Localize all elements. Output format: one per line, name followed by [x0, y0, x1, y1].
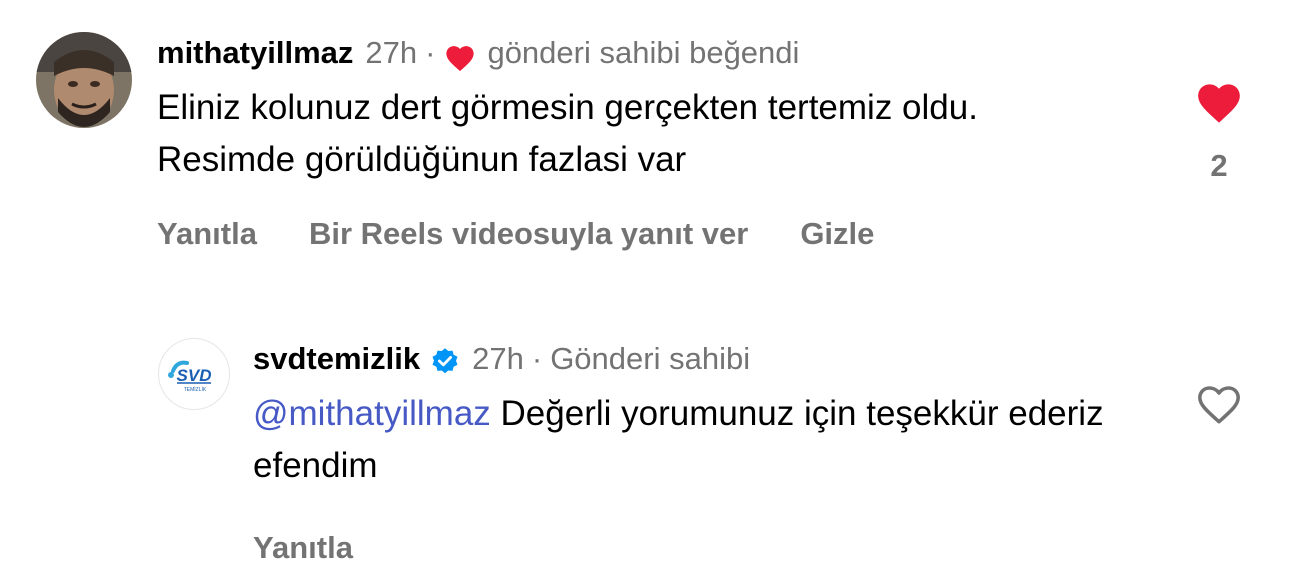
separator-dot: · — [425, 35, 436, 70]
heart-filled-icon — [443, 39, 477, 72]
comment-content: svdtemizlik 27h · Gönderi sahibi @mithat… — [253, 336, 1133, 566]
like-column: 2 — [1192, 78, 1246, 184]
reply-item: SVD TEMİZLİK svdtemizlik 27h · Gönderi s… — [158, 336, 1246, 566]
reply-button[interactable]: Yanıtla — [157, 216, 257, 252]
avatar[interactable] — [36, 32, 132, 128]
owner-liked-note: gönderi sahibi beğendi — [487, 35, 800, 70]
comment-meta: svdtemizlik 27h · Gönderi sahibi — [253, 336, 1133, 382]
comment-actions: Yanıtla — [253, 530, 1133, 566]
user-avatar-image — [36, 32, 132, 128]
like-count[interactable]: 2 — [1192, 148, 1246, 184]
author-badge: Gönderi sahibi — [550, 341, 751, 376]
comment-actions: Yanıtla Bir Reels videosuyla yanıt ver G… — [157, 216, 1117, 252]
hide-button[interactable]: Gizle — [800, 216, 874, 252]
reels-reply-button[interactable]: Bir Reels videosuyla yanıt ver — [309, 216, 748, 252]
like-column — [1192, 380, 1246, 426]
comments-thread: mithatyillmaz 27h · gönderi sahibi beğen… — [0, 0, 1290, 580]
heart-outline-icon[interactable] — [1194, 380, 1244, 426]
separator-dot: · — [531, 341, 543, 376]
mention-link[interactable]: @mithatyillmaz — [253, 394, 491, 433]
timestamp: 27h — [365, 35, 418, 70]
username[interactable]: mithatyillmaz — [157, 30, 353, 76]
verified-badge-icon — [430, 344, 460, 374]
reply-button[interactable]: Yanıtla — [253, 530, 353, 566]
comment-meta: mithatyillmaz 27h · gönderi sahibi beğen… — [157, 30, 1117, 76]
avatar[interactable]: SVD TEMİZLİK — [158, 338, 230, 410]
logo-subtitle: TEMİZLİK — [184, 386, 207, 393]
comment-text: Eliniz kolunuz dert görmesin gerçekten t… — [157, 88, 978, 179]
logo-letters: SVD — [177, 366, 212, 385]
comment-item: mithatyillmaz 27h · gönderi sahibi beğen… — [36, 30, 1246, 280]
username[interactable]: svdtemizlik — [253, 336, 420, 382]
comment-text: @mithatyillmaz Değerli yorumunuz için te… — [253, 388, 1133, 492]
brand-logo-icon: SVD TEMİZLİK — [168, 360, 212, 393]
heart-filled-icon[interactable] — [1194, 78, 1244, 124]
timestamp: 27h — [472, 341, 524, 376]
comment-content: mithatyillmaz 27h · gönderi sahibi beğen… — [157, 30, 1117, 252]
